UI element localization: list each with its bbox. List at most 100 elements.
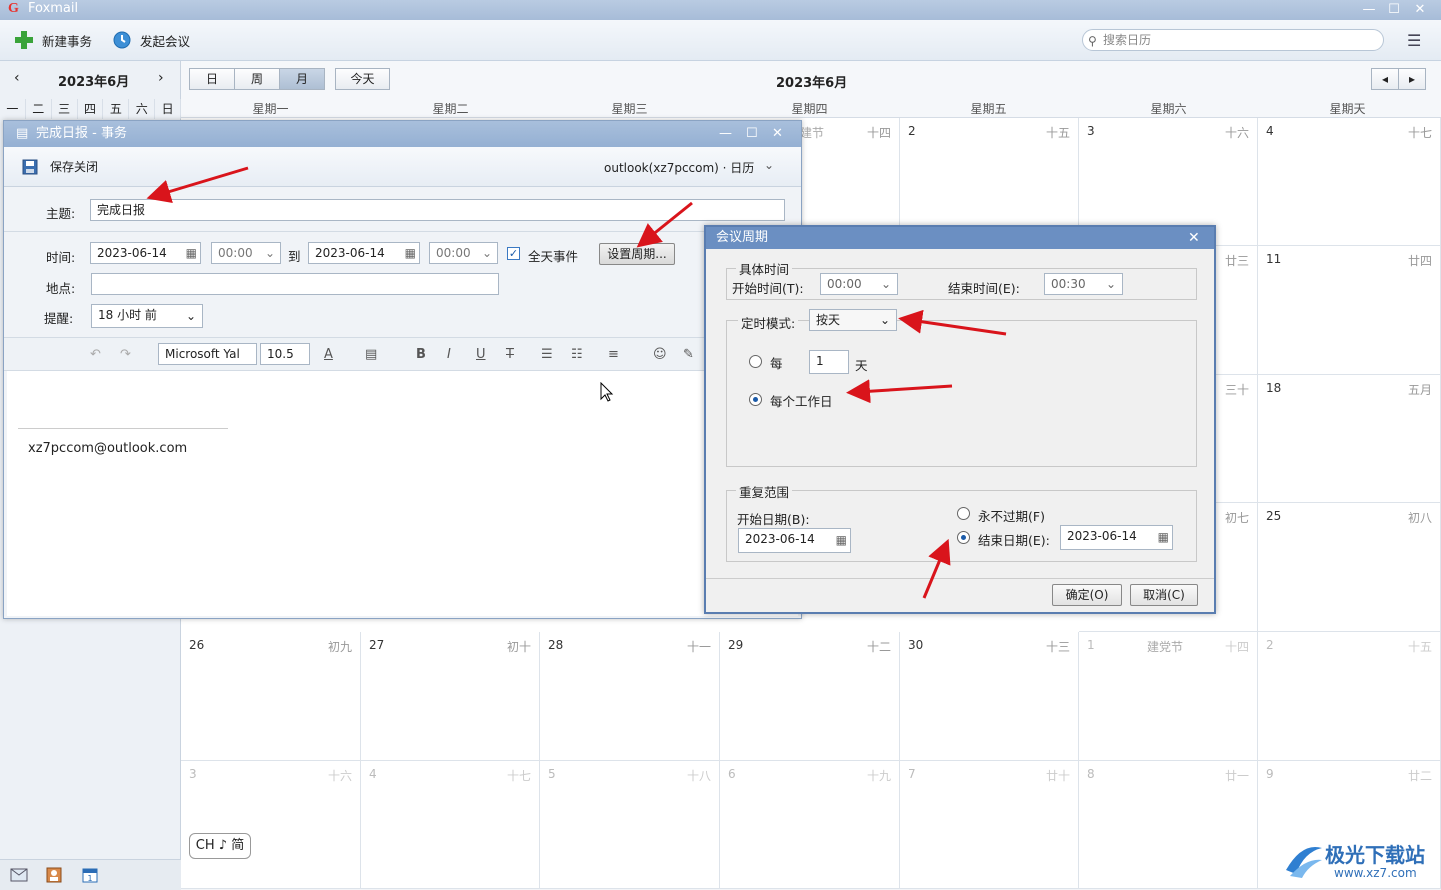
start-meeting-button[interactable]: 发起会议	[112, 29, 190, 51]
range-start-date-field[interactable]: 2023-06-14 ▦	[738, 528, 851, 553]
chevron-down-icon[interactable]: ⌄	[1106, 274, 1116, 294]
start-time-label: 开始时间(T):	[732, 281, 804, 296]
search-input[interactable]: ⚲ 搜索日历	[1082, 29, 1384, 51]
chevron-down-icon[interactable]: ⌄	[265, 243, 275, 263]
day-cell[interactable]: 1 建党节 十四	[1079, 632, 1258, 761]
cancel-button[interactable]: 取消(C)	[1130, 584, 1198, 606]
start-date-field[interactable]: 2023-06-14 ▦	[90, 242, 201, 264]
number-list-icon[interactable]: ☷	[571, 347, 583, 362]
day-cell[interactable]: 3 十六	[181, 761, 361, 889]
all-day-checkbox[interactable]: ✓	[507, 247, 520, 260]
day-cell[interactable]: 11 廿四	[1258, 246, 1441, 375]
day-cell[interactable]: 5 十八	[540, 761, 720, 889]
tab-week[interactable]: 周	[234, 68, 280, 90]
clear-format-icon[interactable]: ✎	[683, 347, 694, 362]
end-date-radio[interactable]	[957, 531, 970, 544]
day-cell[interactable]: 29 十二	[720, 632, 900, 761]
lunar-label: 十九	[866, 769, 891, 783]
calendar-icon[interactable]: 1	[82, 867, 98, 883]
day-cell[interactable]: 8 廿一	[1079, 761, 1258, 889]
save-close-button[interactable]: 保存关闭	[22, 158, 98, 175]
end-time-select[interactable]: 00:30 ⌄	[1044, 273, 1123, 295]
minimize-icon[interactable]: —	[719, 121, 732, 147]
next-page-button[interactable]: ▸	[1398, 68, 1426, 90]
chevron-down-icon[interactable]: ⌄	[186, 306, 196, 326]
underline-icon[interactable]: U	[476, 347, 486, 362]
font-color-icon[interactable]: A	[324, 347, 333, 362]
day-cell[interactable]: 2 十五	[1258, 632, 1441, 761]
end-date-field[interactable]: 2023-06-14 ▦	[308, 242, 420, 264]
every-n-input[interactable]: 1	[809, 350, 849, 374]
day-cell[interactable]: 6 十九	[720, 761, 900, 889]
italic-icon[interactable]: I	[447, 347, 451, 362]
prev-month-icon[interactable]: ‹	[14, 70, 20, 86]
prev-page-button[interactable]: ◂	[1371, 68, 1399, 90]
reminder-select[interactable]: 18 小时 前 ⌄	[91, 304, 203, 328]
never-expire-radio[interactable]	[957, 507, 970, 520]
start-time-select[interactable]: 00:00 ⌄	[820, 273, 898, 295]
subject-input[interactable]: 完成日报	[90, 199, 785, 221]
end-time-field[interactable]: 00:00 ⌄	[429, 242, 498, 264]
weekday-thu: 星期四	[791, 102, 828, 116]
day-number: 29	[728, 638, 744, 652]
set-recurrence-button[interactable]: 设置周期...	[599, 243, 675, 265]
next-month-icon[interactable]: ›	[158, 70, 164, 86]
calendar-picker-icon[interactable]: ▦	[405, 243, 416, 263]
calendar-picker-icon[interactable]: ▦	[186, 243, 197, 263]
every-workday-radio[interactable]	[749, 393, 762, 406]
font-size-select[interactable]: 10.5	[260, 343, 310, 365]
ime-indicator[interactable]: CH ♪ 简	[189, 833, 251, 859]
chevron-down-icon[interactable]: ⌄	[482, 243, 492, 263]
chevron-down-icon[interactable]: ⌄	[764, 158, 774, 172]
day-cell[interactable]: 28 十一	[540, 632, 720, 761]
day-cell[interactable]: 30 十三	[900, 632, 1079, 761]
bold-icon[interactable]: B	[416, 347, 426, 362]
start-date-label: 开始日期(B):	[737, 512, 810, 527]
emoji-icon[interactable]: ☺	[653, 347, 667, 362]
close-icon[interactable]: ✕	[1188, 227, 1200, 249]
strikethrough-icon[interactable]: T	[506, 347, 514, 362]
mode-select[interactable]: 按天 ⌄	[809, 309, 897, 331]
day-cell[interactable]: 4 十七	[1258, 118, 1441, 246]
account-selector[interactable]: outlook(xz7pccom) · 日历	[604, 159, 754, 176]
bullet-list-icon[interactable]: ☰	[541, 347, 553, 362]
tab-month[interactable]: 月	[279, 68, 325, 90]
close-icon[interactable]: ✕	[772, 121, 783, 147]
today-button[interactable]: 今天	[335, 68, 390, 90]
close-icon[interactable]: ✕	[1407, 0, 1433, 20]
lunar-label: 十六	[1224, 126, 1249, 140]
time-label: 时间:	[46, 250, 76, 265]
highlight-icon[interactable]: ▤	[365, 347, 377, 362]
maximize-icon[interactable]: ☐	[1381, 0, 1407, 20]
redo-icon[interactable]: ↷	[120, 347, 131, 362]
day-cell[interactable]: 25 初八	[1258, 503, 1441, 632]
font-family-select[interactable]: Microsoft Yal	[158, 343, 257, 365]
menu-list-icon[interactable]: ☰	[1407, 31, 1421, 50]
ok-button[interactable]: 确定(O)	[1052, 584, 1122, 606]
calendar-picker-icon[interactable]: ▦	[836, 530, 847, 550]
tab-day[interactable]: 日	[189, 68, 235, 90]
minimize-icon[interactable]: —	[1356, 0, 1382, 20]
day-cell[interactable]: 27 初十	[361, 632, 540, 761]
day-cell[interactable]: 7 廿十	[900, 761, 1079, 889]
day-cell[interactable]: 26 初九	[181, 632, 361, 761]
every-n-days-radio[interactable]	[749, 355, 762, 368]
day-cell[interactable]: 4 十七	[361, 761, 540, 889]
maximize-icon[interactable]: ☐	[746, 121, 758, 147]
calendar-picker-icon[interactable]: ▦	[1158, 527, 1169, 547]
align-icon[interactable]: ≡	[608, 347, 619, 362]
range-end-date-field[interactable]: 2023-06-14 ▦	[1060, 525, 1173, 550]
new-event-button[interactable]: 新建事务	[14, 29, 92, 51]
lunar-label: 十三	[1045, 640, 1070, 654]
contacts-icon[interactable]	[46, 867, 62, 883]
day-number: 5	[548, 767, 556, 781]
day-cell[interactable]: 18 五月	[1258, 375, 1441, 503]
body-editor[interactable]: xz7pccom@outlook.com	[7, 371, 798, 616]
undo-icon[interactable]: ↶	[90, 347, 101, 362]
chevron-down-icon[interactable]: ⌄	[880, 310, 890, 330]
month-title: 2023年6月	[776, 76, 848, 91]
chevron-down-icon[interactable]: ⌄	[881, 274, 891, 294]
start-time-field[interactable]: 00:00 ⌄	[211, 242, 281, 264]
mail-icon[interactable]	[10, 868, 28, 882]
location-input[interactable]	[91, 273, 499, 295]
